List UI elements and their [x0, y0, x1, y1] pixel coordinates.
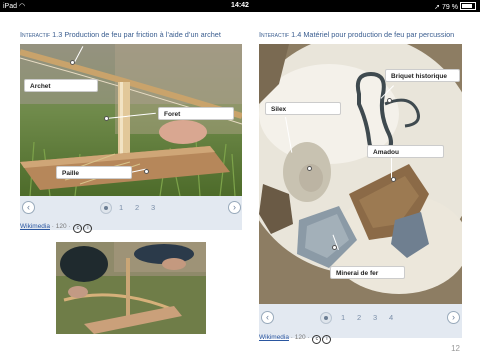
widget1-number: 1.3 — [52, 30, 63, 39]
widget1-source-suffix: · 120 · — [49, 223, 73, 230]
label-paille[interactable]: Paille — [56, 166, 132, 179]
widget1-source-link[interactable]: Wikimedia — [20, 223, 50, 230]
widget2-credit: Wikimedia · 120 · ci — [259, 334, 332, 344]
label-amadou[interactable]: Amadou — [367, 145, 444, 158]
widget1-page-1[interactable]: 1 — [119, 203, 123, 212]
briquet-hotspot[interactable] — [387, 98, 392, 103]
widget1-credit: Wikimedia · 120 · ci — [20, 223, 93, 233]
attribution-icon: i — [83, 224, 93, 233]
chevron-left-icon: ‹ — [27, 202, 30, 212]
status-bar: iPad ◠ 14:42 ➚ 79 % — [0, 0, 480, 12]
widget1-kind: Interactif — [20, 30, 51, 39]
widget2-next-button[interactable]: › — [447, 311, 460, 324]
widget2-source-link[interactable]: Wikimedia — [259, 334, 289, 341]
widget2-page-indicator-current[interactable] — [320, 312, 332, 324]
widget2-page-1[interactable]: 1 — [341, 313, 345, 322]
widget1-prev-button[interactable]: ‹ — [22, 201, 35, 214]
status-battery: ➚ 79 % — [434, 2, 476, 11]
widget2-title: Interactif 1.4 Matériel pour production … — [259, 30, 454, 39]
foret-hotspot[interactable] — [104, 116, 109, 121]
widget1-page-2[interactable]: 2 — [135, 203, 139, 212]
widget2-page-3[interactable]: 3 — [373, 313, 377, 322]
page-number: 12 — [451, 344, 460, 353]
amadou-hotspot[interactable] — [391, 177, 396, 182]
status-time: 14:42 — [231, 2, 249, 9]
widget2-page-4[interactable]: 4 — [389, 313, 393, 322]
label-briquet-historique[interactable]: Briquet historique — [385, 69, 460, 82]
widget1-next-button[interactable]: › — [228, 201, 241, 214]
paille-hotspot[interactable] — [144, 169, 149, 174]
widget1-title: Interactif 1.3 Production de feu par fri… — [20, 30, 221, 39]
widget2-photo — [259, 44, 462, 304]
archet-hotspot[interactable] — [70, 60, 75, 65]
creative-commons-icon: c — [312, 335, 322, 344]
widget1-title-text: Production de feu par friction à l’aide … — [64, 30, 221, 39]
label-minerai-de-fer[interactable]: Minerai de fer — [330, 266, 405, 279]
label-silex[interactable]: Silex — [265, 102, 341, 115]
label-archet[interactable]: Archet — [24, 79, 98, 92]
widget2-source-suffix: · 120 · — [288, 334, 312, 341]
widget1-page-indicator-current[interactable] — [100, 202, 112, 214]
chevron-right-icon: › — [233, 202, 236, 212]
chevron-left-icon: ‹ — [266, 312, 269, 322]
silex-hotspot[interactable] — [307, 166, 312, 171]
label-foret[interactable]: Foret — [158, 107, 234, 120]
bow-drill-photo — [54, 240, 208, 336]
battery-icon — [460, 2, 476, 10]
amadou-leader-line — [391, 158, 392, 178]
attribution-icon: i — [322, 335, 332, 344]
widget1-page-3[interactable]: 3 — [151, 203, 155, 212]
widget2-number: 1.4 — [291, 30, 302, 39]
widget2-page-2[interactable]: 2 — [357, 313, 361, 322]
creative-commons-icon: c — [73, 224, 83, 233]
widget2-prev-button[interactable]: ‹ — [261, 311, 274, 324]
chevron-right-icon: › — [452, 312, 455, 322]
minerai-hotspot[interactable] — [332, 245, 337, 250]
widget2-kind: Interactif — [259, 30, 290, 39]
widget2-title-text: Matériel pour production de feu par perc… — [303, 30, 455, 39]
